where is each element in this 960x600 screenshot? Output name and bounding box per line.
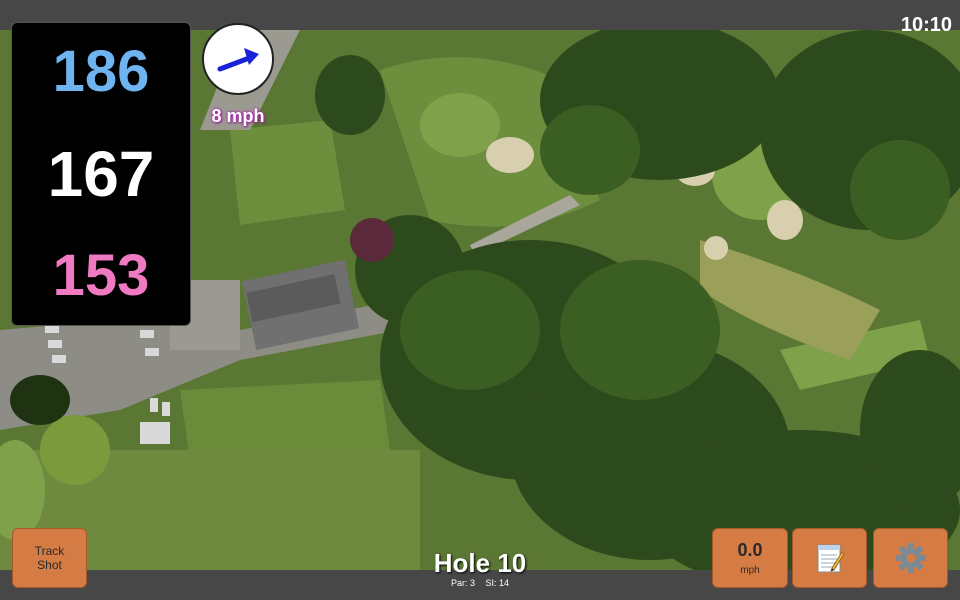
settings-button[interactable] [873, 528, 948, 588]
track-shot-label-line1: Track [34, 544, 65, 558]
wind-speed: 8 mph [211, 106, 265, 126]
speed-unit: mph [740, 565, 760, 576]
gear-icon [895, 543, 926, 573]
distance-panel: 186 167 153 [11, 22, 191, 326]
notepad-icon [817, 544, 845, 573]
wind-indicator[interactable] [202, 23, 274, 95]
speed-value: 0.0 [737, 540, 763, 560]
hole-title: Hole 10 [433, 548, 527, 578]
speed-button[interactable]: 0.0 mph [712, 528, 788, 588]
track-shot-button[interactable]: Track Shot [12, 528, 87, 588]
hole-par: Par: 3 [450, 578, 475, 588]
clock-time: 10:10 [900, 14, 952, 36]
hole-stroke-index: SI: 14 [485, 578, 510, 588]
back-distance: 186 [52, 39, 150, 105]
middle-distance: 167 [47, 137, 155, 210]
scorecard-button[interactable] [792, 528, 867, 588]
hole-details: Par: 3 SI: 14 [380, 578, 580, 588]
hole-info: Hole 10 Par: 3 SI: 14 [380, 548, 580, 588]
wind-arrow-icon [217, 48, 259, 72]
front-distance: 153 [52, 242, 150, 308]
track-shot-label-line2: Shot [37, 558, 62, 572]
